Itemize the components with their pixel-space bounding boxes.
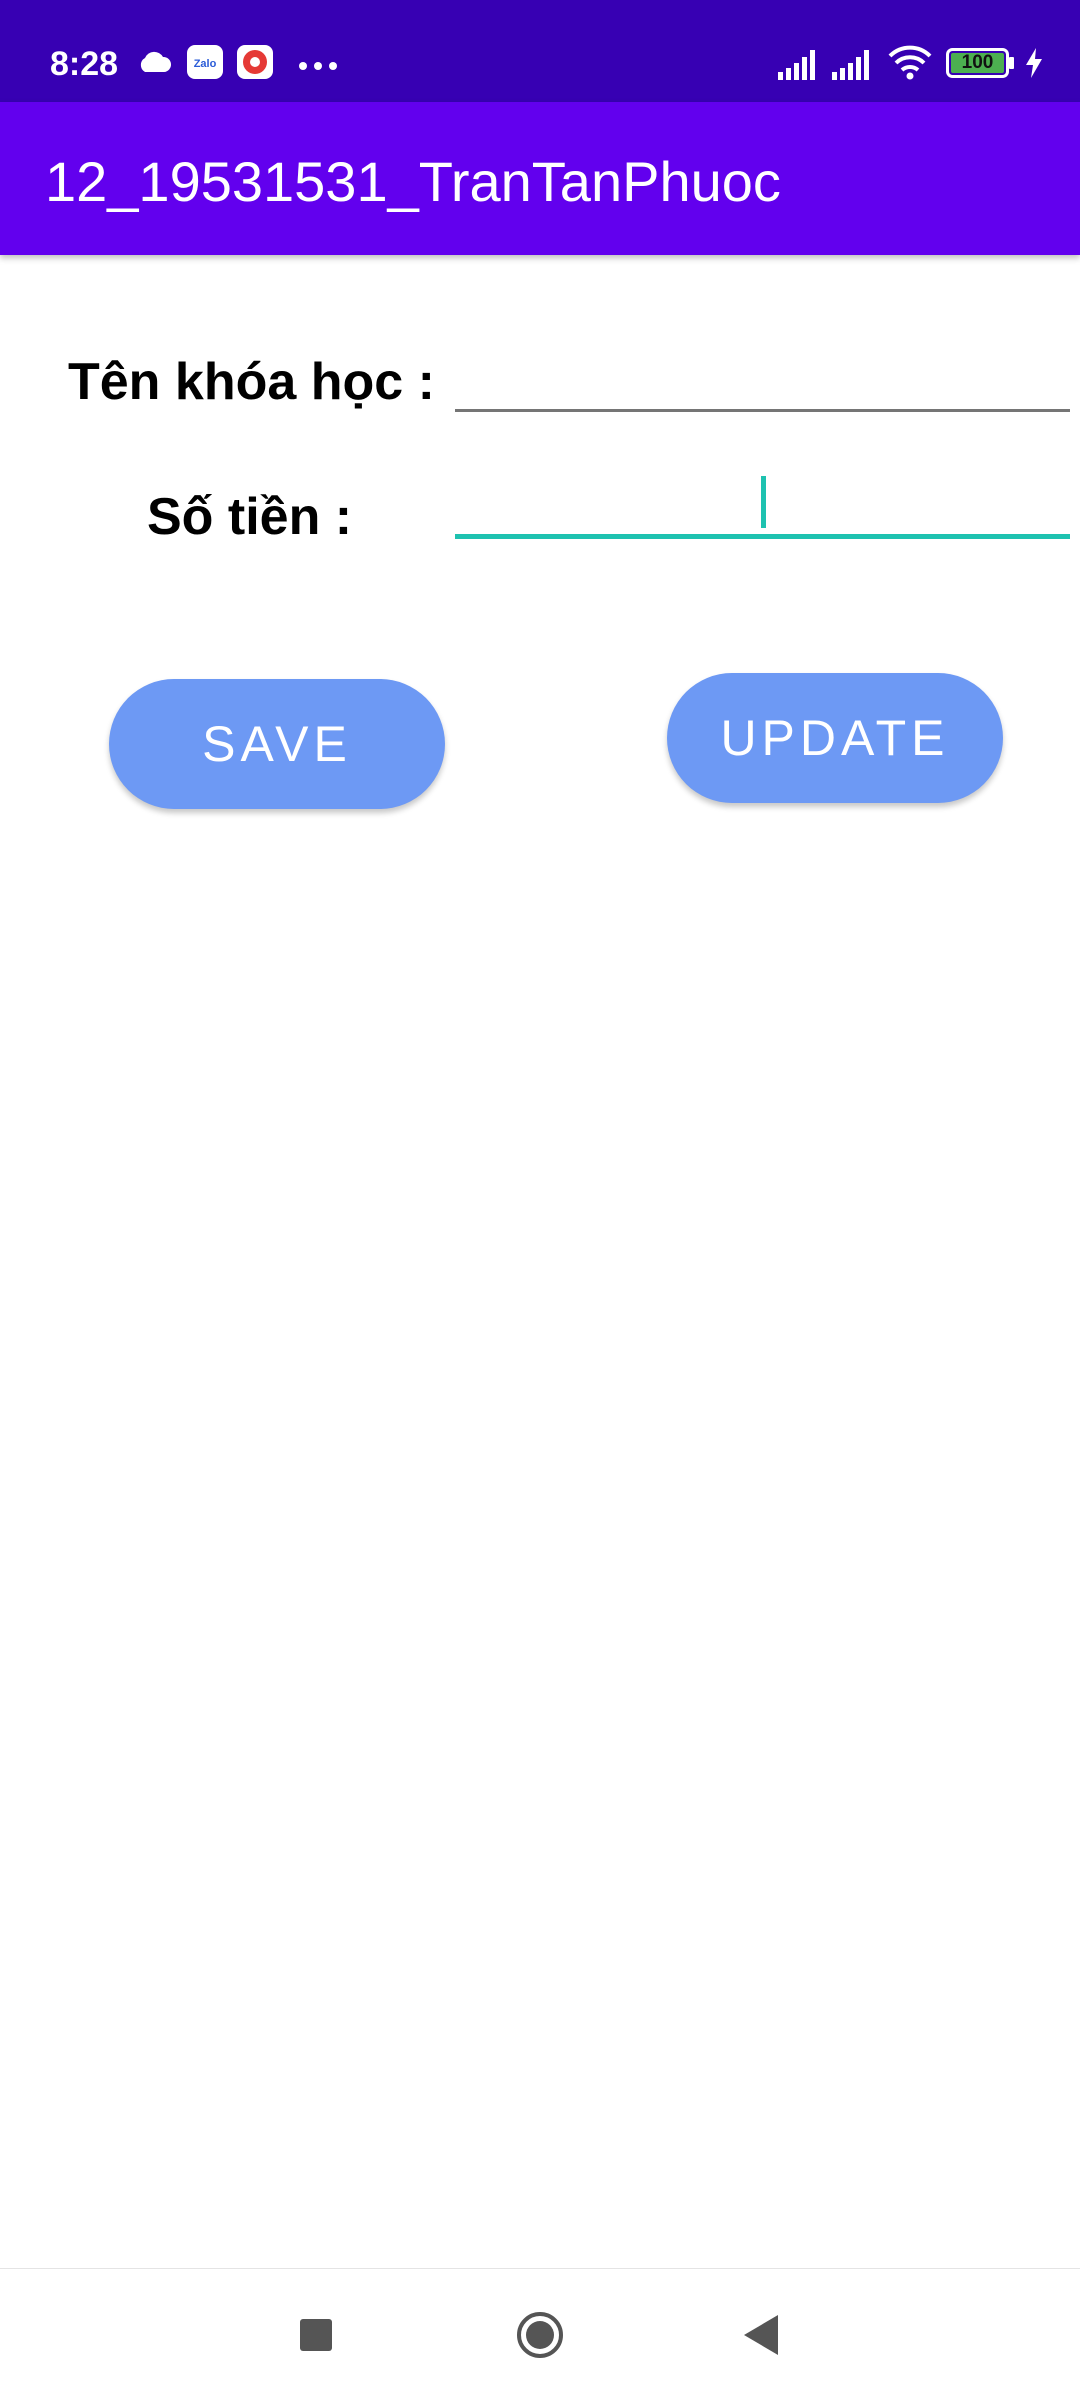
notification-app-icon xyxy=(236,44,274,85)
save-button[interactable]: SAVE xyxy=(109,679,445,809)
more-dots-icon xyxy=(298,58,338,76)
amount-underline xyxy=(455,534,1070,539)
home-circle-icon[interactable] xyxy=(480,2269,600,2401)
course-name-input[interactable] xyxy=(455,330,1070,410)
signal-icon xyxy=(778,46,822,85)
navigation-bar xyxy=(0,2268,1080,2400)
battery-level: 100 xyxy=(961,52,994,73)
zalo-label: Zalo xyxy=(194,58,217,70)
zalo-icon: Zalo xyxy=(186,44,224,85)
course-name-label: Tên khóa học : xyxy=(68,353,435,411)
status-bar: 8:28 Zalo 100 xyxy=(0,0,1080,102)
back-triangle-icon[interactable] xyxy=(700,2269,820,2401)
charging-icon xyxy=(1024,48,1044,83)
cloud-icon xyxy=(136,50,172,79)
course-name-underline xyxy=(455,409,1070,412)
update-button[interactable]: UPDATE xyxy=(667,673,1003,803)
amount-label: Số tiền : xyxy=(147,488,353,546)
text-cursor xyxy=(761,476,766,528)
status-time: 8:28 xyxy=(50,45,119,83)
recents-square-icon[interactable] xyxy=(256,2269,376,2401)
wifi-icon xyxy=(888,44,932,85)
app-title: 12_19531531_TranTanPhuoc xyxy=(45,150,781,213)
signal-icon xyxy=(832,46,876,85)
app-bar: 12_19531531_TranTanPhuoc xyxy=(0,102,1080,255)
